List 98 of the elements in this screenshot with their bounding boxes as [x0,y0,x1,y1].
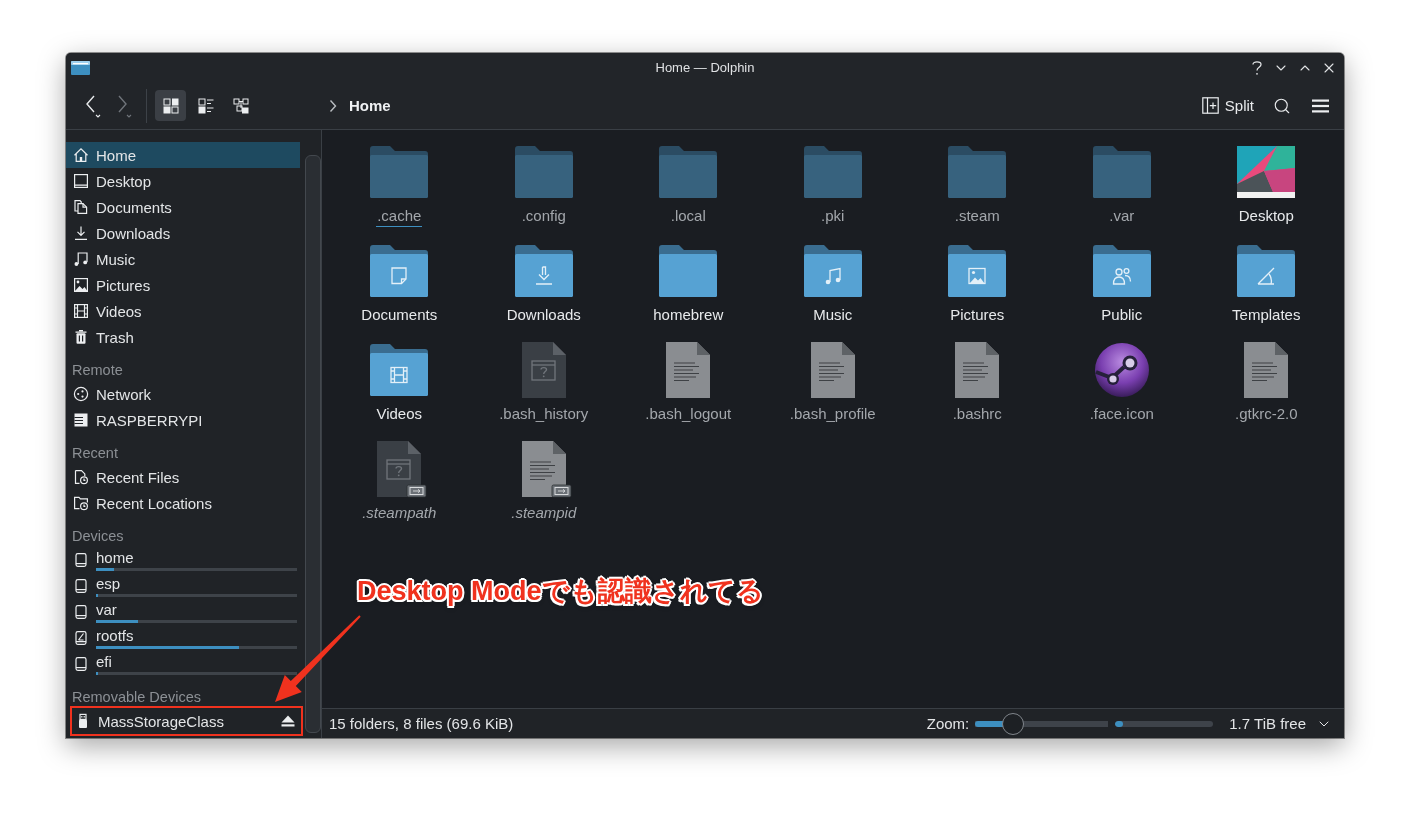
file-name[interactable]: .bash_profile [788,404,877,425]
folder-app-icon [71,60,90,75]
home-icon [73,147,89,163]
split-view-icon [1201,97,1219,114]
sidebar-item[interactable]: rootfs [66,625,300,651]
help-icon [1251,59,1263,76]
picture-icon [73,277,89,293]
slider-thumb[interactable] [1001,712,1024,735]
drive-icon [73,552,89,568]
file-name[interactable]: Templates [1231,305,1302,326]
music-folder-icon [803,245,862,297]
drive-icon [73,656,89,672]
file-name[interactable]: homebrew [652,305,725,326]
music-note-icon [73,251,89,267]
film-folder-icon [370,344,429,396]
file-name[interactable]: Music [812,305,854,326]
folder-icon [370,146,429,198]
folder-icon [1092,146,1151,198]
annotation-text: Desktop Modeでも認識されてる [357,575,764,607]
file-name[interactable]: Desktop [1237,206,1295,227]
sidebar-item[interactable]: Videos [66,298,300,324]
view-mode-button[interactable] [155,90,186,121]
download-icon [73,225,89,241]
server-icon [73,412,89,428]
file-name[interactable]: Videos [375,404,424,425]
network-icon [73,386,89,402]
file-name[interactable]: .pki [820,206,846,227]
file-name[interactable]: .var [1108,206,1136,227]
file-name[interactable]: .gtkrc-2.0 [1234,404,1299,425]
search-icon [1273,96,1291,115]
free-space: 1.7 TiB free [1229,715,1306,732]
templates-folder-icon [1237,245,1296,297]
sidebar-item[interactable]: Home [66,142,300,168]
sidebar-item[interactable]: Pictures [66,272,300,298]
sidebar-item[interactable]: Desktop [66,168,300,194]
sidebar-scrollbar[interactable] [305,155,321,733]
file-name[interactable]: Documents [360,305,439,326]
file-name[interactable]: .bash_logout [644,404,733,425]
sidebar-item[interactable]: var [66,599,300,625]
folder-icon [948,146,1007,198]
folder-icon [659,146,718,198]
grid-view-icon [162,97,179,114]
file-name[interactable]: .cache [376,206,423,227]
file-clock-icon [73,469,89,485]
wallpaper-thumbnail-icon [1237,146,1296,198]
sidebar-item[interactable]: home [66,547,300,573]
eject-icon [281,715,295,727]
file-name[interactable]: .bash_history [498,404,590,425]
section-heading: Remote [71,361,124,380]
trash-icon [73,329,89,345]
people-folder-icon [1092,245,1151,297]
file-name[interactable]: Public [1100,305,1144,326]
window-title: Home — Dolphin [655,60,755,75]
folder-clock-icon [73,495,89,511]
sidebar-item[interactable]: Music [66,246,300,272]
breadcrumb-chevron-icon [329,98,337,113]
sidebar-item[interactable]: efi [66,651,300,677]
compact-view-icon [197,97,214,114]
sidebar-item[interactable]: Network [66,381,300,407]
breadcrumb-item[interactable]: Home [349,97,391,114]
section-heading: Recent [71,444,119,463]
file-name[interactable]: .steam [953,206,1001,227]
round-logo-icon [1093,342,1150,398]
monitor-icon [73,173,89,189]
file-name[interactable]: .steampath [361,503,438,524]
sidebar-item[interactable]: Recent Files [66,464,300,490]
file-name[interactable]: .bashrc [951,404,1003,425]
zoom-label: Zoom: [926,715,970,732]
file-name[interactable]: .local [669,206,707,227]
folder-icon [514,146,573,198]
documents-folder-icon [370,245,429,297]
sidebar-item[interactable]: Downloads [66,220,300,246]
status-summary: 15 folders, 8 files (69.6 KiB) [329,715,514,732]
folder-icon [803,146,862,198]
drive-icon [73,630,89,646]
sidebar-item[interactable]: esp [66,573,300,599]
section-heading: Devices [71,527,125,546]
file-name[interactable]: Pictures [949,305,1006,326]
pictures-folder-icon [948,245,1007,297]
menu-icon [1311,98,1329,113]
download-folder-icon [514,245,573,297]
section-heading: Removable Devices [71,688,202,707]
file-name[interactable]: Downloads [505,305,582,326]
film-icon [73,303,89,319]
sidebar-item[interactable]: Trash [66,324,300,350]
documents-icon [73,199,89,215]
sidebar-item[interactable]: Recent Locations [66,490,300,516]
sidebar-item[interactable]: MassStorageClass [70,706,303,736]
drive-icon [73,604,89,620]
file-name[interactable]: .face.icon [1088,404,1155,425]
drive-icon [73,578,89,594]
file-name[interactable]: .config [520,206,567,227]
split-button[interactable]: Split [1197,90,1258,121]
folder-icon [659,245,718,297]
sidebar-item[interactable]: Documents [66,194,300,220]
tree-view-icon [232,97,249,114]
file-name[interactable]: .steampid [510,503,578,524]
sidebar-item[interactable]: RASPBERRYPI [66,407,300,433]
